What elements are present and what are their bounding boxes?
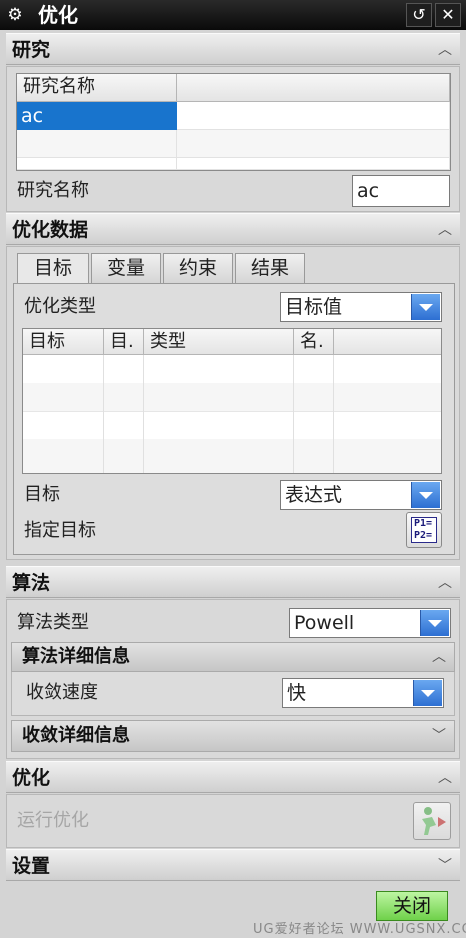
close-icon: ✕	[441, 5, 455, 24]
chevron-down-icon[interactable]	[411, 294, 440, 320]
settings-section-header[interactable]: 设置 ﹀	[6, 849, 460, 881]
algorithm-section-header[interactable]: 算法 ︿	[6, 566, 460, 598]
chevron-up-icon: ︿	[438, 575, 452, 591]
study-table-header-blank[interactable]	[177, 74, 450, 102]
objective-table-header[interactable]: 目标	[23, 329, 104, 355]
study-panel: 研究名称 ac 研究名称 ac	[6, 66, 460, 212]
chevron-up-icon: ︿	[432, 649, 446, 665]
study-table-cell[interactable]	[17, 158, 177, 170]
algorithm-details-panel: 收敛速度 快	[11, 672, 455, 716]
settings-header-label: 设置	[12, 855, 51, 877]
tab-results[interactable]: 结果	[235, 253, 305, 283]
optimization-data-header-label: 优化数据	[12, 219, 89, 241]
objective-table-header[interactable]	[334, 329, 441, 355]
study-table-cell[interactable]	[17, 130, 177, 158]
run-optimization-button[interactable]	[413, 802, 451, 840]
chevron-down-icon[interactable]	[420, 610, 449, 636]
study-table-cell[interactable]	[177, 130, 450, 158]
study-table[interactable]: 研究名称 ac	[16, 73, 451, 171]
optimization-data-section-header[interactable]: 优化数据 ︿	[6, 213, 460, 245]
expression-icon-line: P2=	[414, 530, 433, 541]
column-divider	[103, 355, 104, 473]
objective-value: 表达式	[285, 484, 343, 506]
specify-objective-label: 指定目标	[24, 520, 96, 541]
watermark-text: UG爱好者论坛 WWW.UGSNX.COM	[253, 922, 466, 937]
study-header-label: 研究	[12, 39, 51, 61]
close-button[interactable]: 关闭	[376, 891, 448, 921]
optimize-header-label: 优化	[12, 767, 51, 789]
study-table-cell[interactable]	[177, 102, 450, 130]
title-bar: ⚙ 优化 ↺ ✕	[0, 0, 466, 30]
tab-variables[interactable]: 变量	[91, 253, 161, 283]
chevron-up-icon: ︿	[438, 42, 452, 58]
optimize-panel: 运行优化	[6, 794, 460, 848]
chevron-down-icon: ﹀	[432, 728, 446, 744]
column-divider	[143, 355, 144, 473]
table-row[interactable]	[23, 383, 441, 411]
algorithm-header-label: 算法	[12, 572, 51, 594]
optimization-data-panel: 目标 变量 约束 结果 优化类型 目标值 目标 目. 类型 名. 目标 表达式	[6, 246, 460, 560]
table-row[interactable]	[23, 439, 441, 473]
chevron-down-icon: ﹀	[438, 858, 452, 874]
specify-objective-button[interactable]: P1= P2=	[406, 512, 442, 548]
chevron-down-icon[interactable]	[411, 482, 440, 508]
reset-button[interactable]: ↺	[406, 3, 432, 27]
study-table-cell-selected[interactable]: ac	[17, 102, 177, 130]
study-table-header-name[interactable]: 研究名称	[17, 74, 177, 102]
run-optimization-label: 运行优化	[17, 810, 89, 831]
objective-table-header[interactable]: 名.	[294, 329, 334, 355]
gear-icon[interactable]: ⚙	[2, 0, 28, 30]
optimization-type-select[interactable]: 目标值	[280, 292, 442, 322]
study-name-input[interactable]: ac	[352, 175, 450, 207]
convergence-speed-label: 收敛速度	[26, 682, 98, 703]
table-row[interactable]	[23, 411, 441, 439]
study-table-cell[interactable]	[177, 158, 450, 170]
column-divider	[333, 355, 334, 473]
table-row[interactable]	[23, 355, 441, 383]
algorithm-type-value: Powell	[294, 612, 355, 634]
convergence-details-header[interactable]: 收敛详细信息 ﹀	[11, 720, 455, 752]
convergence-details-label: 收敛详细信息	[22, 725, 130, 746]
optimization-type-value: 目标值	[285, 296, 343, 318]
optimize-section-header[interactable]: 优化 ︿	[6, 761, 460, 793]
tab-panel: 优化类型 目标值 目标 目. 类型 名. 目标 表达式 指定目标 P1= P2=	[13, 283, 455, 555]
study-name-label: 研究名称	[17, 180, 89, 201]
tab-constraints[interactable]: 约束	[163, 253, 233, 283]
window-title: 优化	[38, 3, 78, 27]
algorithm-details-header[interactable]: 算法详细信息 ︿	[11, 642, 455, 672]
algorithm-panel: 算法类型 Powell 算法详细信息 ︿ 收敛速度 快 收敛详细信息 ﹀	[6, 599, 460, 759]
objective-table[interactable]: 目标 目. 类型 名.	[22, 328, 442, 474]
tab-objective[interactable]: 目标	[17, 253, 89, 283]
column-divider	[293, 355, 294, 473]
objective-select[interactable]: 表达式	[280, 480, 442, 510]
algorithm-type-select[interactable]: Powell	[289, 608, 451, 638]
close-window-button[interactable]: ✕	[435, 3, 461, 27]
algorithm-details-label: 算法详细信息	[22, 646, 130, 667]
expression-icon: P1= P2=	[411, 517, 437, 543]
objective-table-header[interactable]: 目.	[104, 329, 144, 355]
expression-icon-line: P1=	[414, 518, 433, 529]
chevron-up-icon: ︿	[438, 222, 452, 238]
optimization-type-label: 优化类型	[24, 296, 96, 317]
algorithm-type-label: 算法类型	[17, 612, 89, 633]
refresh-icon: ↺	[412, 5, 426, 24]
study-section-header[interactable]: 研究 ︿	[6, 33, 460, 65]
convergence-speed-value: 快	[287, 682, 307, 704]
chevron-up-icon: ︿	[438, 770, 452, 786]
convergence-speed-select[interactable]: 快	[282, 678, 444, 708]
objective-label: 目标	[24, 484, 60, 505]
run-person-icon	[422, 807, 446, 835]
objective-table-header[interactable]: 类型	[144, 329, 294, 355]
chevron-down-icon[interactable]	[413, 680, 442, 706]
